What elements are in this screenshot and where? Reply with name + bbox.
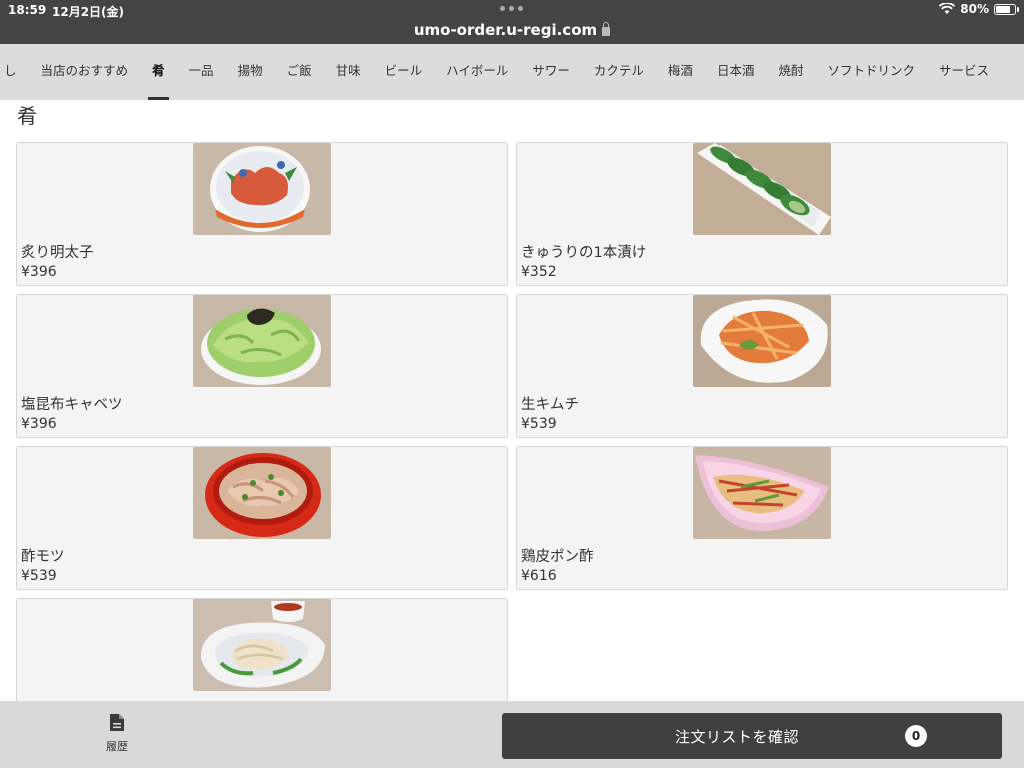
battery-percent: 80% <box>960 2 989 16</box>
category-tab[interactable]: サービス <box>927 44 1001 100</box>
category-tab[interactable]: カクテル <box>582 44 656 100</box>
menu-item-photo <box>193 599 331 691</box>
menu-item-price: ¥616 <box>521 568 557 584</box>
category-tab[interactable]: 一品 <box>177 44 226 100</box>
menu-item-card[interactable]: 鶏皮ポン酢 ¥616 <box>516 446 1008 590</box>
menu-item-name: 塩昆布キャベツ <box>21 397 123 413</box>
browser-bar: 18:59 12月2日(金) umo-order.u-regi.com 80% <box>0 0 1024 44</box>
category-tab[interactable]: 肴 <box>140 44 177 100</box>
menu-item-price: ¥539 <box>521 416 557 432</box>
menu-item-card[interactable]: 酢モツ ¥539 <box>16 446 508 590</box>
category-tab[interactable]: 当店のおすすめ <box>29 44 141 100</box>
category-tab[interactable]: ご飯 <box>275 44 324 100</box>
menu-item-price: ¥396 <box>21 416 57 432</box>
category-tab[interactable]: 梅酒 <box>656 44 705 100</box>
category-nav[interactable]: し当店のおすすめ肴一品 揚物 ご飯 甘味 ビール ハイボール サワー カクテル 梅酒 日本酒 焼酎ソ… <box>0 44 1024 100</box>
url-bar[interactable]: umo-order.u-regi.com <box>0 21 1024 39</box>
category-tab[interactable]: 焼酎 <box>766 44 815 100</box>
menu-item-card[interactable]: 生キムチ ¥539 <box>516 294 1008 438</box>
menu-item-name: 酢モツ <box>21 549 65 565</box>
menu-item-name: 炙り明太子 <box>21 245 94 261</box>
lock-icon <box>602 22 611 36</box>
tab-overview-dots-icon[interactable] <box>500 6 523 11</box>
history-label: 履歴 <box>106 740 128 753</box>
menu-item-price: ¥396 <box>21 264 57 280</box>
menu-item-card[interactable]: きゅうりの1本漬け ¥352 <box>516 142 1008 286</box>
status-indicators: 80% <box>939 2 1019 16</box>
category-tab[interactable]: サワー <box>520 44 582 100</box>
menu-item-name: きゅうりの1本漬け <box>521 245 647 261</box>
menu-item-photo <box>693 143 831 235</box>
menu-item-name: 生キムチ <box>521 397 579 413</box>
category-tab[interactable]: 揚物 <box>226 44 275 100</box>
category-tab[interactable]: ハイボール <box>434 44 520 100</box>
url-text: umo-order.u-regi.com <box>413 21 598 39</box>
menu-item-photo <box>193 295 331 387</box>
category-tab[interactable]: 甘味 <box>324 44 373 100</box>
menu-item-photo <box>693 295 831 387</box>
document-icon <box>110 714 124 731</box>
battery-fill <box>996 5 1010 13</box>
section-title: 肴 <box>17 104 37 128</box>
menu-item-card[interactable]: 塩昆布キャベツ ¥396 <box>16 294 508 438</box>
history-button[interactable]: 履歴 <box>92 713 142 754</box>
category-tab[interactable]: し <box>0 44 29 100</box>
menu-item-photo <box>693 447 831 539</box>
battery-icon <box>994 3 1019 15</box>
menu-item-name: 鶏皮ポン酢 <box>521 549 594 565</box>
category-tab[interactable]: ソフトドリンク <box>815 44 927 100</box>
wifi-icon <box>939 3 956 14</box>
category-tab[interactable]: ビール <box>373 44 435 100</box>
status-date: 12月2日(金) <box>52 5 125 19</box>
menu-item-card[interactable]: 炙り明太子 ¥396 <box>16 142 508 286</box>
menu-item-photo <box>193 143 331 235</box>
order-list-label: 注文リストを確認 <box>674 728 799 746</box>
bottom-bar: 履歴 注文リストを確認 0 <box>0 701 1024 768</box>
menu-item-price: ¥539 <box>21 568 57 584</box>
category-tabs: し当店のおすすめ肴一品 揚物 ご飯 甘味 ビール ハイボール サワー カクテル 梅酒 日本酒 焼酎ソ… <box>0 44 1001 100</box>
status-time: 18:59 <box>8 3 47 17</box>
view-order-list-button[interactable]: 注文リストを確認 0 <box>502 713 1002 759</box>
menu-item-photo <box>193 447 331 539</box>
category-tab[interactable]: 日本酒 <box>705 44 767 100</box>
order-count-badge: 0 <box>905 725 927 747</box>
menu-item-price: ¥352 <box>521 264 557 280</box>
